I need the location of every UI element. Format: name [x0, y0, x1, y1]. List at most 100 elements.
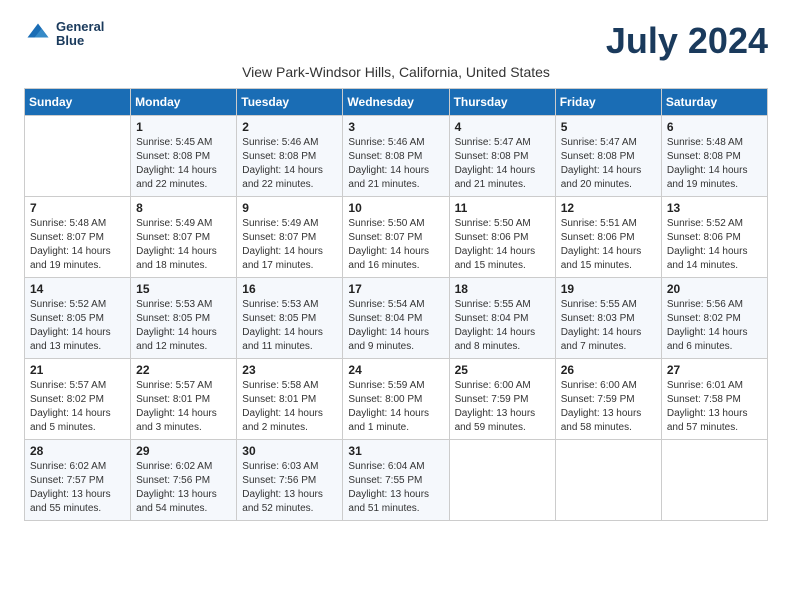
day-number: 17: [348, 282, 443, 296]
day-info: Sunrise: 5:52 AM Sunset: 8:05 PM Dayligh…: [30, 298, 125, 354]
day-cell-0-2: 2Sunrise: 5:46 AM Sunset: 8:08 PM Daylig…: [237, 116, 343, 197]
day-info: Sunrise: 5:47 AM Sunset: 8:08 PM Dayligh…: [455, 136, 550, 192]
day-number: 7: [30, 201, 125, 215]
day-info: Sunrise: 5:51 AM Sunset: 8:06 PM Dayligh…: [561, 217, 656, 273]
day-info: Sunrise: 5:53 AM Sunset: 8:05 PM Dayligh…: [242, 298, 337, 354]
day-cell-3-1: 22 Sunrise: 5:57 AM Sunset: 8:01 PM Dayli…: [131, 359, 237, 440]
day-info: Sunrise: 6:03 AM Sunset: 7:56 PM Dayligh…: [242, 460, 337, 516]
col-monday: Monday: [131, 89, 237, 116]
day-cell-3-6: 27 Sunrise: 6:01 AM Sunset: 7:58 PM Dayli…: [661, 359, 767, 440]
week-row-3: 14Sunrise: 5:52 AM Sunset: 8:05 PM Dayli…: [25, 278, 768, 359]
day-number: 10: [348, 201, 443, 215]
day-info: Sunrise: 5:48 AM Sunset: 8:08 PM Dayligh…: [667, 136, 762, 192]
day-info: Sunrise: 5:48 AM Sunset: 8:07 PM Dayligh…: [30, 217, 125, 273]
day-cell-0-6: 6 Sunrise: 5:48 AM Sunset: 8:08 PM Daylig…: [661, 116, 767, 197]
day-cell-1-5: 12 Sunrise: 5:51 AM Sunset: 8:06 PM Dayli…: [555, 197, 661, 278]
day-info: Sunrise: 6:00 AM Sunset: 7:59 PM Dayligh…: [455, 379, 550, 435]
day-info: Sunrise: 5:50 AM Sunset: 8:07 PM Dayligh…: [348, 217, 443, 273]
day-cell-4-6: [661, 440, 767, 521]
day-info: Sunrise: 5:57 AM Sunset: 8:01 PM Dayligh…: [136, 379, 231, 435]
day-info: Sunrise: 5:57 AM Sunset: 8:02 PM Dayligh…: [30, 379, 125, 435]
month-title: July 2024: [104, 20, 768, 62]
day-cell-1-0: 7 Sunrise: 5:48 AM Sunset: 8:07 PM Daylig…: [25, 197, 131, 278]
day-cell-3-3: 24 Sunrise: 5:59 AM Sunset: 8:00 PM Dayli…: [343, 359, 449, 440]
day-cell-0-5: 5 Sunrise: 5:47 AM Sunset: 8:08 PM Daylig…: [555, 116, 661, 197]
day-cell-2-5: 19Sunrise: 5:55 AM Sunset: 8:03 PM Dayli…: [555, 278, 661, 359]
day-cell-4-0: 28Sunrise: 6:02 AM Sunset: 7:57 PM Dayli…: [25, 440, 131, 521]
day-number: 27: [667, 363, 762, 377]
day-info: Sunrise: 6:00 AM Sunset: 7:59 PM Dayligh…: [561, 379, 656, 435]
day-cell-2-2: 16 Sunrise: 5:53 AM Sunset: 8:05 PM Dayli…: [237, 278, 343, 359]
day-number: 2: [242, 120, 337, 134]
day-info: Sunrise: 5:47 AM Sunset: 8:08 PM Dayligh…: [561, 136, 656, 192]
day-cell-2-3: 17 Sunrise: 5:54 AM Sunset: 8:04 PM Dayli…: [343, 278, 449, 359]
week-row-1: 1Sunrise: 5:45 AM Sunset: 8:08 PM Daylig…: [25, 116, 768, 197]
day-info: Sunrise: 5:49 AM Sunset: 8:07 PM Dayligh…: [136, 217, 231, 273]
day-cell-2-1: 15Sunrise: 5:53 AM Sunset: 8:05 PM Dayli…: [131, 278, 237, 359]
logo-text: General Blue: [56, 20, 104, 49]
day-cell-1-1: 8 Sunrise: 5:49 AM Sunset: 8:07 PM Daylig…: [131, 197, 237, 278]
day-info: Sunrise: 5:54 AM Sunset: 8:04 PM Dayligh…: [348, 298, 443, 354]
logo: General Blue: [24, 20, 104, 49]
day-number: 26: [561, 363, 656, 377]
location-subtitle: View Park-Windsor Hills, California, Uni…: [24, 64, 768, 80]
calendar-table: Sunday Monday Tuesday Wednesday Thursday…: [24, 88, 768, 521]
day-number: 25: [455, 363, 550, 377]
col-friday: Friday: [555, 89, 661, 116]
day-number: 6: [667, 120, 762, 134]
day-number: 16: [242, 282, 337, 296]
day-info: Sunrise: 5:59 AM Sunset: 8:00 PM Dayligh…: [348, 379, 443, 435]
day-cell-4-5: [555, 440, 661, 521]
days-header-row: Sunday Monday Tuesday Wednesday Thursday…: [25, 89, 768, 116]
day-cell-0-3: 3Sunrise: 5:46 AM Sunset: 8:08 PM Daylig…: [343, 116, 449, 197]
day-number: 20: [667, 282, 762, 296]
day-cell-2-0: 14Sunrise: 5:52 AM Sunset: 8:05 PM Dayli…: [25, 278, 131, 359]
day-number: 5: [561, 120, 656, 134]
calendar-wrapper: General Blue July 2024 View Park-Windsor…: [24, 20, 768, 521]
day-number: 18: [455, 282, 550, 296]
col-thursday: Thursday: [449, 89, 555, 116]
col-saturday: Saturday: [661, 89, 767, 116]
day-info: Sunrise: 5:58 AM Sunset: 8:01 PM Dayligh…: [242, 379, 337, 435]
day-info: Sunrise: 6:01 AM Sunset: 7:58 PM Dayligh…: [667, 379, 762, 435]
day-info: Sunrise: 5:49 AM Sunset: 8:07 PM Dayligh…: [242, 217, 337, 273]
day-number: 12: [561, 201, 656, 215]
day-number: 15: [136, 282, 231, 296]
day-number: 31: [348, 444, 443, 458]
day-cell-3-4: 25 Sunrise: 6:00 AM Sunset: 7:59 PM Dayli…: [449, 359, 555, 440]
day-number: 21: [30, 363, 125, 377]
day-number: 28: [30, 444, 125, 458]
day-cell-1-2: 9 Sunrise: 5:49 AM Sunset: 8:07 PM Daylig…: [237, 197, 343, 278]
day-number: 30: [242, 444, 337, 458]
day-info: Sunrise: 5:55 AM Sunset: 8:04 PM Dayligh…: [455, 298, 550, 354]
day-cell-2-6: 20 Sunrise: 5:56 AM Sunset: 8:02 PM Dayli…: [661, 278, 767, 359]
day-cell-1-6: 13 Sunrise: 5:52 AM Sunset: 8:06 PM Dayli…: [661, 197, 767, 278]
day-cell-1-4: 11 Sunrise: 5:50 AM Sunset: 8:06 PM Dayli…: [449, 197, 555, 278]
day-info: Sunrise: 5:46 AM Sunset: 8:08 PM Dayligh…: [348, 136, 443, 192]
week-row-4: 21 Sunrise: 5:57 AM Sunset: 8:02 PM Dayli…: [25, 359, 768, 440]
day-number: 11: [455, 201, 550, 215]
week-row-5: 28Sunrise: 6:02 AM Sunset: 7:57 PM Dayli…: [25, 440, 768, 521]
day-number: 24: [348, 363, 443, 377]
day-number: 13: [667, 201, 762, 215]
col-wednesday: Wednesday: [343, 89, 449, 116]
day-cell-3-2: 23Sunrise: 5:58 AM Sunset: 8:01 PM Dayli…: [237, 359, 343, 440]
day-cell-4-2: 30 Sunrise: 6:03 AM Sunset: 7:56 PM Dayli…: [237, 440, 343, 521]
day-cell-2-4: 18 Sunrise: 5:55 AM Sunset: 8:04 PM Dayli…: [449, 278, 555, 359]
day-number: 9: [242, 201, 337, 215]
day-info: Sunrise: 5:50 AM Sunset: 8:06 PM Dayligh…: [455, 217, 550, 273]
day-number: 22: [136, 363, 231, 377]
day-cell-0-1: 1Sunrise: 5:45 AM Sunset: 8:08 PM Daylig…: [131, 116, 237, 197]
day-cell-3-5: 26 Sunrise: 6:00 AM Sunset: 7:59 PM Dayli…: [555, 359, 661, 440]
day-info: Sunrise: 5:56 AM Sunset: 8:02 PM Dayligh…: [667, 298, 762, 354]
day-number: 8: [136, 201, 231, 215]
title-row: General Blue July 2024: [24, 20, 768, 62]
day-number: 29: [136, 444, 231, 458]
day-cell-0-0: [25, 116, 131, 197]
week-row-2: 7 Sunrise: 5:48 AM Sunset: 8:07 PM Daylig…: [25, 197, 768, 278]
day-info: Sunrise: 5:52 AM Sunset: 8:06 PM Dayligh…: [667, 217, 762, 273]
day-cell-4-1: 29Sunrise: 6:02 AM Sunset: 7:56 PM Dayli…: [131, 440, 237, 521]
day-cell-4-3: 31Sunrise: 6:04 AM Sunset: 7:55 PM Dayli…: [343, 440, 449, 521]
day-cell-0-4: 4Sunrise: 5:47 AM Sunset: 8:08 PM Daylig…: [449, 116, 555, 197]
day-number: 19: [561, 282, 656, 296]
